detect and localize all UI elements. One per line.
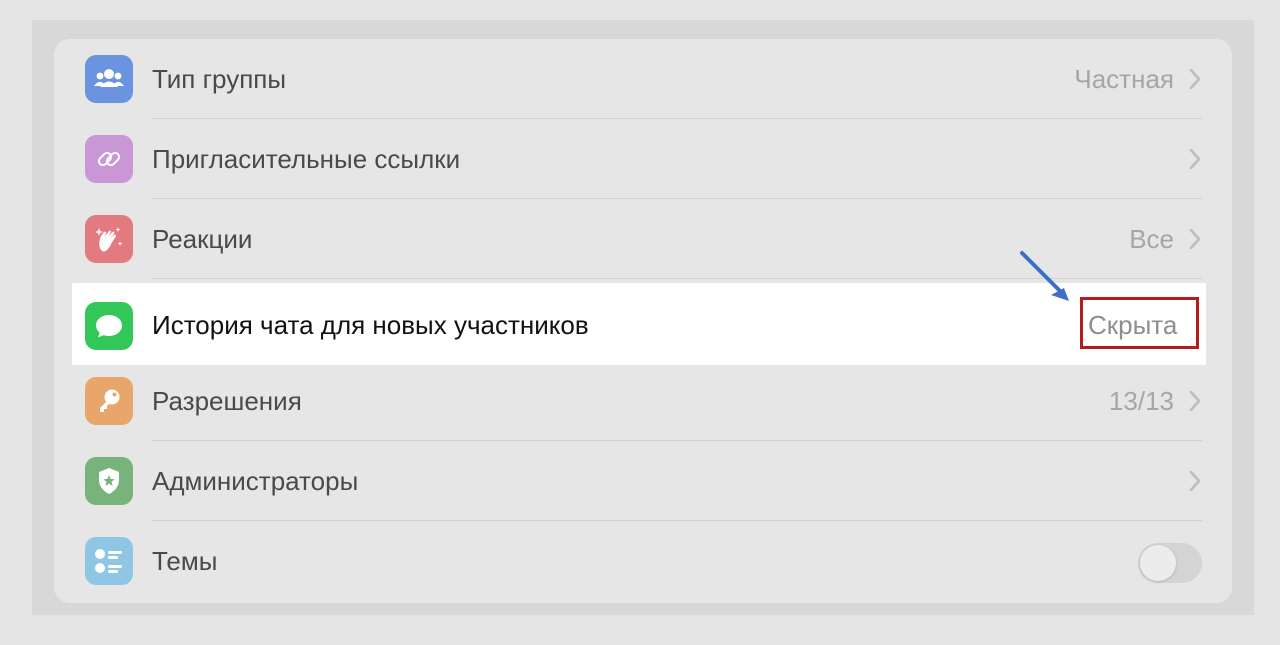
- settings-row-permissions[interactable]: Разрешения 13/13: [54, 361, 1232, 441]
- settings-row-label: Тип группы: [152, 64, 287, 94]
- settings-row-administrators[interactable]: Администраторы: [54, 441, 1232, 521]
- chevron-right-icon: [1189, 68, 1201, 90]
- settings-row-label: Администраторы: [152, 466, 359, 496]
- settings-row-topics[interactable]: Темы: [54, 521, 1232, 601]
- settings-row-group-type[interactable]: Тип группы Частная: [54, 39, 1232, 119]
- settings-row-label: Реакции: [152, 224, 253, 254]
- settings-row-invite-links[interactable]: Пригласительные ссылки: [54, 119, 1232, 199]
- settings-row-label: История чата для новых участников: [152, 310, 589, 340]
- settings-row-label: Разрешения: [152, 386, 302, 416]
- clapping-hands-icon: [85, 215, 133, 263]
- settings-row-label: Темы: [152, 546, 218, 576]
- chat-bubble-icon: [85, 302, 133, 350]
- toggle-knob: [1140, 545, 1176, 581]
- settings-row-value: Частная: [1074, 64, 1174, 94]
- key-icon: [85, 377, 133, 425]
- link-icon: [85, 135, 133, 183]
- annotation-arrow-icon: [1020, 251, 1069, 301]
- settings-row-value: 13/13: [1108, 386, 1174, 416]
- settings-row-value: Все: [1129, 224, 1174, 254]
- settings-row-label: Пригласительные ссылки: [152, 144, 461, 174]
- chevron-right-icon: [1189, 228, 1201, 250]
- chevron-right-icon: [1189, 390, 1201, 412]
- topics-list-icon: [85, 537, 133, 585]
- settings-row-value: Скрыта: [1088, 310, 1178, 340]
- shield-star-icon: [85, 457, 133, 505]
- group-icon: [85, 55, 133, 103]
- topics-toggle[interactable]: [1138, 543, 1202, 583]
- chevron-right-icon: [1189, 470, 1201, 492]
- chevron-right-icon: [1189, 148, 1201, 170]
